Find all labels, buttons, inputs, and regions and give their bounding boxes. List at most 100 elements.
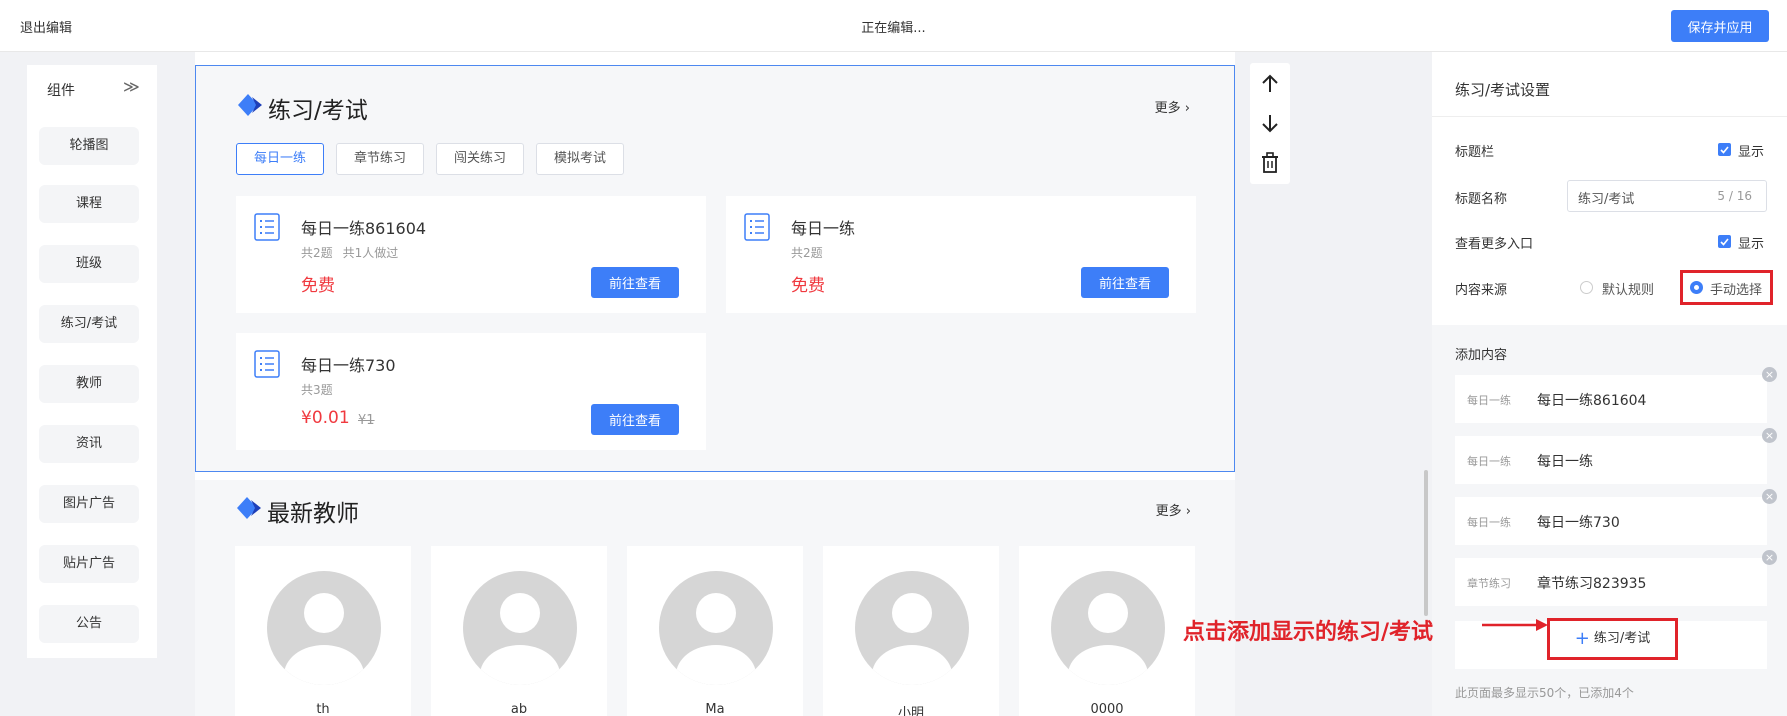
components-panel: 组件 ≫ 轮播图 课程 班级 练习/考试 教师 资讯 图片广告 贴片广告 公告	[27, 65, 157, 658]
list-icon	[254, 213, 280, 241]
check-icon	[1720, 238, 1729, 246]
item-name: 每日一练861604	[1537, 393, 1647, 409]
content-item[interactable]: 每日一练 每日一练861604 ×	[1455, 367, 1777, 423]
exit-edit-link[interactable]: 退出编辑	[20, 17, 72, 36]
trash-icon[interactable]	[1258, 151, 1282, 175]
title-bar-label: 标题栏	[1455, 145, 1495, 160]
component-class[interactable]: 班级	[39, 245, 139, 283]
teacher-card[interactable]: 0000	[1019, 546, 1195, 716]
item-type: 每日一练	[1467, 455, 1511, 468]
avatar-icon	[1051, 571, 1165, 685]
participant-count: 共1人做过	[342, 246, 399, 260]
teacher-name: 小明	[897, 706, 924, 716]
diamond-icon	[237, 497, 261, 519]
teacher-name: ab	[510, 702, 528, 716]
content-item[interactable]: 章节练习 章节练习823935 ×	[1455, 550, 1777, 606]
divider	[1432, 116, 1787, 117]
close-icon[interactable]: ×	[1762, 428, 1777, 443]
component-news[interactable]: 资讯	[39, 425, 139, 463]
arrow-down-icon[interactable]	[1258, 111, 1282, 135]
exam-card[interactable]: 每日一练730 共3题 ¥0.01 ¥1 前往查看	[236, 333, 706, 450]
check-icon	[1720, 146, 1729, 154]
scrollbar[interactable]	[1424, 470, 1428, 616]
radio-default-label: 默认规则	[1602, 283, 1655, 298]
radio-default-rule[interactable]	[1580, 281, 1593, 294]
more-entry-checkbox[interactable]	[1718, 235, 1731, 248]
arrow-up-icon[interactable]	[1258, 72, 1282, 96]
double-chevron-right-icon[interactable]: ≫	[123, 77, 140, 96]
item-name: 章节练习823935	[1537, 576, 1647, 592]
close-icon[interactable]: ×	[1762, 367, 1777, 382]
component-carousel[interactable]: 轮播图	[39, 127, 139, 165]
components-title: 组件	[47, 83, 75, 99]
exam-module[interactable]: 练习/考试 更多 › 每日一练 章节练习 闯关练习 模拟考试 每日一练86160…	[195, 65, 1235, 472]
avatar-icon	[267, 571, 381, 685]
exam-card[interactable]: 每日一练861604 共2题 共1人做过 免费 前往查看	[236, 196, 706, 313]
exam-card[interactable]: 每日一练 共2题 免费 前往查看	[726, 196, 1196, 313]
tab-mock[interactable]: 模拟考试	[536, 143, 624, 175]
question-count: 共2题	[791, 246, 823, 260]
top-bar: 退出编辑 正在编辑... 保存并应用	[0, 0, 1787, 52]
teacher-card[interactable]: ab	[431, 546, 607, 716]
module-toolbar	[1250, 63, 1290, 184]
page-canvas: 练习/考试 更多 › 每日一练 章节练习 闯关练习 模拟考试 每日一练86160…	[195, 52, 1235, 716]
editing-status: 正在编辑...	[861, 21, 926, 36]
exam-card-price: 免费	[301, 276, 335, 296]
teacher-name: Ma	[705, 702, 725, 716]
content-item[interactable]: 每日一练 每日一练 ×	[1455, 428, 1777, 484]
content-item[interactable]: 每日一练 每日一练730 ×	[1455, 489, 1777, 545]
view-button[interactable]: 前往查看	[1081, 267, 1169, 298]
list-icon	[254, 350, 280, 378]
tab-daily[interactable]: 每日一练	[236, 143, 324, 175]
annotation-text: 点击添加显示的练习/考试	[1183, 619, 1434, 645]
view-button[interactable]: 前往查看	[591, 267, 679, 298]
plus-icon: +	[1574, 628, 1590, 649]
add-exam-button[interactable]: + 练习/考试	[1547, 618, 1678, 660]
component-course[interactable]: 课程	[39, 185, 139, 223]
arrow-right-icon	[1482, 619, 1548, 631]
list-icon	[744, 213, 770, 241]
exam-module-title: 练习/考试	[268, 98, 368, 124]
exam-card-meta: 共2题 共1人做过	[301, 244, 408, 261]
component-teacher[interactable]: 教师	[39, 365, 139, 403]
diamond-icon	[238, 94, 262, 116]
more-entry-label: 查看更多入口	[1455, 237, 1534, 252]
tab-chapter[interactable]: 章节练习	[336, 143, 424, 175]
question-count: 共3题	[301, 383, 333, 397]
save-apply-button[interactable]: 保存并应用	[1671, 10, 1769, 42]
settings-title: 练习/考试设置	[1455, 81, 1551, 99]
view-button[interactable]: 前往查看	[591, 404, 679, 435]
char-count: 5 / 16	[1717, 189, 1752, 203]
component-exam[interactable]: 练习/考试	[39, 305, 139, 343]
exam-card-meta: 共2题	[791, 244, 833, 261]
title-name-field[interactable]: 5 / 16	[1567, 180, 1767, 212]
close-icon[interactable]: ×	[1762, 550, 1777, 565]
avatar-icon	[855, 571, 969, 685]
exam-card-title: 每日一练	[791, 219, 856, 238]
show-label: 显示	[1738, 237, 1765, 252]
item-type: 每日一练	[1467, 516, 1511, 529]
teacher-card[interactable]: 小明	[823, 546, 999, 716]
component-sticker-ad[interactable]: 贴片广告	[39, 545, 139, 583]
teacher-card[interactable]: Ma	[627, 546, 803, 716]
teacher-card[interactable]: th	[235, 546, 411, 716]
tab-level[interactable]: 闯关练习	[436, 143, 524, 175]
component-image-ad[interactable]: 图片广告	[39, 485, 139, 523]
component-notice[interactable]: 公告	[39, 605, 139, 643]
close-icon[interactable]: ×	[1762, 489, 1777, 504]
title-bar-checkbox[interactable]	[1718, 143, 1731, 156]
exam-card-price: 免费	[791, 276, 825, 296]
avatar-icon	[659, 571, 773, 685]
title-name-input[interactable]	[1578, 187, 1708, 207]
title-name-label: 标题名称	[1455, 192, 1508, 207]
teacher-more-link[interactable]: 更多 ›	[1156, 500, 1191, 519]
teacher-module[interactable]: 最新教师 更多 › th ab Ma 小明 0000	[195, 480, 1235, 716]
add-exam-label: 练习/考试	[1593, 631, 1651, 646]
exam-card-price: ¥0.01	[301, 408, 350, 428]
show-label: 显示	[1738, 145, 1765, 160]
exam-card-meta: 共3题	[301, 381, 343, 398]
item-name: 每日一练730	[1537, 515, 1620, 531]
avatar-icon	[463, 571, 577, 685]
exam-more-link[interactable]: 更多 ›	[1155, 97, 1190, 116]
limit-hint: 此页面最多显示50个，已添加4个	[1455, 686, 1634, 700]
